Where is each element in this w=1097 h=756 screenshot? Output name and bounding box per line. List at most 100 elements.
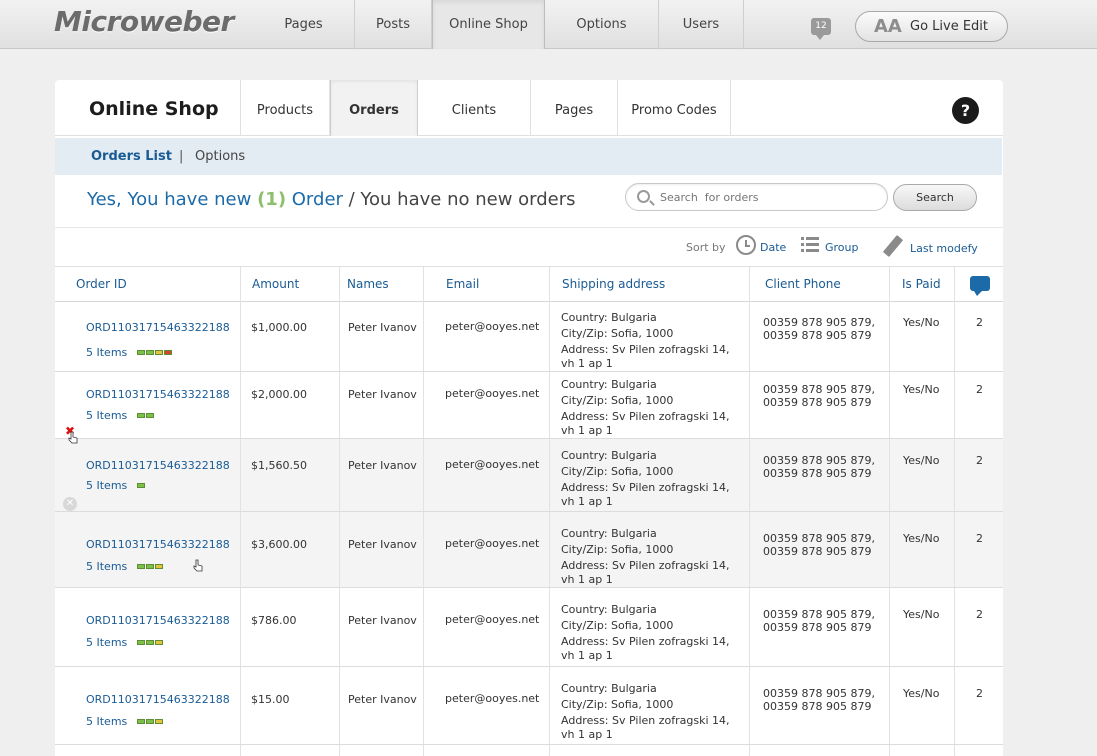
status-bars [137, 413, 154, 418]
sort-bar: Sort by Date Group Last modefy [55, 233, 1003, 263]
status-bars [137, 564, 163, 569]
delete-order-icon[interactable]: ✕ [63, 497, 77, 511]
is-paid[interactable]: Yes/No [903, 316, 939, 329]
nav-pages[interactable]: Pages [253, 0, 355, 49]
nav-users[interactable]: Users [659, 0, 744, 49]
comment-count[interactable]: 2 [976, 687, 983, 700]
comments-icon[interactable] [970, 276, 990, 296]
orders-table-header: Order ID Amount Names Email Shipping add… [55, 266, 1003, 302]
items-link[interactable]: 5 Items [86, 636, 127, 649]
table-row[interactable]: ORD11031715463322188 5 Items $15.00 Pete… [55, 667, 1003, 745]
options-link[interactable]: Options [195, 149, 245, 164]
order-id-link[interactable]: ORD11031715463322188 [86, 388, 230, 401]
tab-promo-codes[interactable]: Promo Codes [618, 80, 731, 136]
client-phone: 00359 878 905 879, 00359 878 905 879 [763, 532, 875, 558]
comment-count[interactable]: 2 [976, 383, 983, 396]
email: peter@ooyes.net [445, 537, 540, 550]
items-link[interactable]: 5 Items [86, 346, 127, 359]
items-link[interactable]: 5 Items [86, 479, 127, 492]
order-id-link[interactable]: ORD11031715463322188 [86, 614, 230, 627]
logo[interactable]: Microweber [54, 5, 234, 38]
items-link[interactable]: 5 Items [86, 715, 127, 728]
items-link[interactable]: 5 Items [86, 409, 127, 422]
clock-icon[interactable] [736, 235, 756, 255]
status-bars [137, 640, 163, 645]
col-client-phone[interactable]: Client Phone [765, 267, 841, 302]
shipping-address: Country: Bulgaria City/Zip: Sofia, 1000 Ad… [561, 682, 730, 741]
status-bar-segment [164, 350, 172, 355]
notifications-icon[interactable]: 12 [811, 18, 831, 40]
is-paid[interactable]: Yes/No [903, 687, 939, 700]
order-id-link[interactable]: ORD11031715463322188 [86, 693, 230, 706]
is-paid[interactable]: Yes/No [903, 383, 939, 396]
order-id-link[interactable]: ORD11031715463322188 [86, 538, 230, 551]
status-bar-segment [155, 640, 163, 645]
shipping-address: Country: Bulgaria City/Zip: Sofia, 1000 Ad… [561, 378, 730, 437]
is-paid[interactable]: Yes/No [903, 532, 939, 545]
table-row[interactable]: ORD11031715463322188 5 Items $3,600.00 P… [55, 512, 1003, 588]
table-row[interactable]: ORD11031715463322188 5 Items $1,560.50 P… [55, 439, 1003, 512]
nav-posts[interactable]: Posts [355, 0, 432, 49]
tab-orders[interactable]: Orders [330, 80, 418, 136]
nav-options[interactable]: Options [545, 0, 659, 49]
nav-online-shop[interactable]: Online Shop [432, 0, 545, 49]
tab-clients[interactable]: Clients [418, 80, 531, 136]
orders-list-link[interactable]: Orders List [91, 149, 172, 164]
go-live-edit-label: Go Live Edit [910, 19, 989, 34]
col-names[interactable]: Names [347, 267, 389, 302]
page-title: Online Shop [89, 98, 219, 120]
is-paid[interactable]: Yes/No [903, 608, 939, 621]
status-bar-segment [137, 640, 145, 645]
tab-products[interactable]: Products [241, 80, 330, 136]
sort-date-link[interactable]: Date [760, 241, 786, 254]
status-bar-segment [137, 564, 145, 569]
table-row[interactable] [55, 745, 1003, 756]
items-link[interactable]: 5 Items [86, 560, 127, 573]
search-field [625, 183, 888, 211]
order-id-link[interactable]: ORD11031715463322188 [86, 459, 230, 472]
comment-count[interactable]: 2 [976, 608, 983, 621]
client-phone: 00359 878 905 879, 00359 878 905 879 [763, 687, 875, 713]
table-row[interactable]: ORD11031715463322188 5 Items $1,000.00 P… [55, 302, 1003, 372]
panel-header: Online Shop Products Orders Clients Page… [55, 80, 1003, 136]
sort-by-label: Sort by [686, 241, 726, 254]
search-input[interactable] [660, 188, 880, 206]
amount: $786.00 [251, 614, 297, 627]
status-bars [137, 719, 163, 724]
go-live-edit-button[interactable]: AA Go Live Edit [855, 11, 1008, 42]
help-icon[interactable]: ? [952, 97, 979, 124]
tab-pages[interactable]: Pages [531, 80, 618, 136]
email: peter@ooyes.net [445, 387, 540, 400]
pencil-icon[interactable] [882, 235, 904, 257]
client-phone: 00359 878 905 879, 00359 878 905 879 [763, 454, 875, 480]
sort-group-link[interactable]: Group [825, 241, 859, 254]
status-bars [137, 483, 145, 488]
col-amount[interactable]: Amount [252, 267, 299, 302]
col-order-id[interactable]: Order ID [76, 267, 127, 302]
status-bar-segment [146, 350, 154, 355]
client-name: Peter Ivanov [348, 614, 417, 627]
is-paid[interactable]: Yes/No [903, 454, 939, 467]
table-row[interactable]: ORD11031715463322188 5 Items $2,000.00 P… [55, 372, 1003, 439]
table-row[interactable]: ORD11031715463322188 5 Items $786.00 Pet… [55, 588, 1003, 667]
shop-tabs: Products Orders Clients Pages Promo Code… [240, 80, 731, 136]
col-email[interactable]: Email [446, 267, 479, 302]
client-name: Peter Ivanov [348, 321, 417, 334]
comment-count[interactable]: 2 [976, 316, 983, 329]
amount: $1,000.00 [251, 321, 307, 334]
search-button[interactable]: Search [893, 184, 977, 211]
col-is-paid[interactable]: Is Paid [902, 267, 941, 302]
status-text-2: Order [286, 189, 343, 210]
list-icon[interactable] [801, 237, 819, 252]
sort-last-modified-link[interactable]: Last modefy [910, 242, 978, 255]
client-name: Peter Ivanov [348, 388, 417, 401]
client-name: Peter Ivanov [348, 459, 417, 472]
col-shipping-address[interactable]: Shipping address [562, 267, 665, 302]
comment-count[interactable]: 2 [976, 454, 983, 467]
status-bar-segment [137, 719, 145, 724]
order-id-link[interactable]: ORD11031715463322188 [86, 321, 230, 334]
client-phone: 00359 878 905 879, 00359 878 905 879 [763, 316, 875, 342]
amount: $2,000.00 [251, 388, 307, 401]
comment-count[interactable]: 2 [976, 532, 983, 545]
client-phone: 00359 878 905 879, 00359 878 905 879 [763, 383, 875, 409]
